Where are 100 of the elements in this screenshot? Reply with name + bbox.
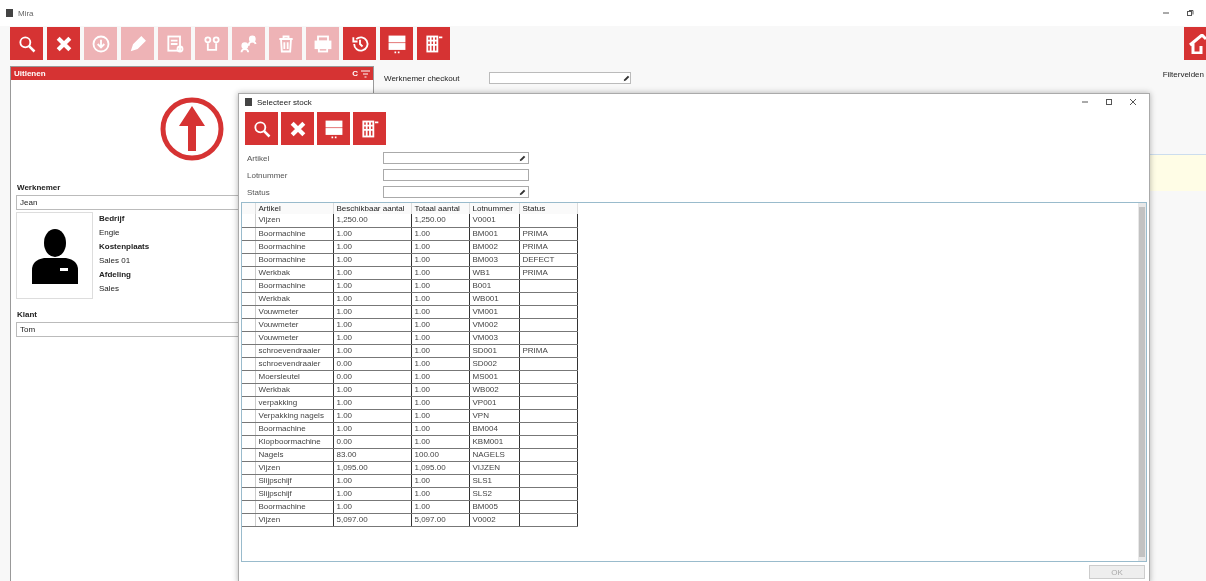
table-cell: 1.00 xyxy=(411,435,469,448)
history-icon xyxy=(349,33,370,54)
table-cell: 1,095.00 xyxy=(333,461,411,474)
table-cell: 1.00 xyxy=(333,474,411,487)
table-cell: PRIMA xyxy=(519,344,577,357)
restore-button[interactable] xyxy=(1186,9,1194,17)
column-header[interactable]: Lotnummer xyxy=(469,203,519,214)
table-cell: Nagels xyxy=(255,448,333,461)
field-label: Artikel xyxy=(247,153,271,163)
home-icon xyxy=(1188,33,1206,54)
table-cell: 0.00 xyxy=(333,435,411,448)
table-cell: V0002 xyxy=(469,513,519,526)
person-silhouette-icon xyxy=(31,227,78,284)
minimize-button[interactable] xyxy=(1162,9,1170,17)
table-cell: 1.00 xyxy=(411,474,469,487)
table-cell: Boormachine xyxy=(255,279,333,292)
column-header[interactable]: Beschikbaar aantal xyxy=(333,203,411,214)
layout-icon xyxy=(386,33,407,54)
table-cell: SLS1 xyxy=(469,474,519,487)
table-cell: 1.00 xyxy=(411,279,469,292)
table-cell: Verpakking nagels xyxy=(255,409,333,422)
table-cell: 5,097.00 xyxy=(333,513,411,526)
field-label: Werknemer xyxy=(17,183,61,192)
up-arrow-circle-icon xyxy=(159,96,225,162)
table-cell: Boormachine xyxy=(255,227,333,240)
table-cell: 1.00 xyxy=(411,253,469,266)
table-cell: BM002 xyxy=(469,240,519,253)
table-cell: 1,250.00 xyxy=(333,214,411,227)
table-cell: Slijpschijf xyxy=(255,487,333,500)
column-header[interactable]: Status xyxy=(519,203,577,214)
table-cell: 1.00 xyxy=(411,500,469,513)
table-cell: 1.00 xyxy=(333,318,411,331)
table-cell: VPN xyxy=(469,409,519,422)
table-cell: Vijzen xyxy=(255,214,333,227)
table-cell: SLS2 xyxy=(469,487,519,500)
route-pins-icon xyxy=(201,33,222,54)
filter-field[interactable] xyxy=(383,152,529,164)
table-cell: 1.00 xyxy=(411,227,469,240)
toolbar-button[interactable] xyxy=(353,112,386,145)
table-cell: 1.00 xyxy=(333,227,411,240)
info-band xyxy=(1148,154,1206,191)
maximize-button[interactable] xyxy=(1105,98,1113,106)
grid-columns-icon xyxy=(359,118,380,139)
table-cell: SD002 xyxy=(469,357,519,370)
table-cell: 5,097.00 xyxy=(411,513,469,526)
toolbar-button[interactable] xyxy=(10,27,43,60)
filter-label: Filtervelden xyxy=(1162,70,1205,79)
table-cell: 1.00 xyxy=(333,500,411,513)
table-cell: 1.00 xyxy=(333,266,411,279)
table-cell: 1.00 xyxy=(333,487,411,500)
table-cell: Vouwmeter xyxy=(255,305,333,318)
document-gear-icon xyxy=(164,33,185,54)
table-cell: 1.00 xyxy=(411,487,469,500)
table-cell: 0.00 xyxy=(333,370,411,383)
detail-label: Kostenplaats xyxy=(99,242,150,251)
toolbar-button[interactable] xyxy=(380,27,413,60)
table-cell: WB001 xyxy=(469,292,519,305)
toolbar-button[interactable] xyxy=(47,27,80,60)
table-cell: Moersleutel xyxy=(255,370,333,383)
close-button[interactable] xyxy=(1129,98,1137,106)
table-cell: B001 xyxy=(469,279,519,292)
checkout-field[interactable] xyxy=(489,72,632,84)
detail-label: Bedrijf xyxy=(99,214,125,223)
table-cell: Werkbak xyxy=(255,383,333,396)
table-cell: Werkbak xyxy=(255,266,333,279)
panel-title: Uitlenen xyxy=(14,69,46,78)
field-label: Status xyxy=(247,187,271,197)
table-cell: 1.00 xyxy=(333,409,411,422)
table-cell: 0.00 xyxy=(333,357,411,370)
table-cell: V0001 xyxy=(469,214,519,227)
table-cell: DEFECT xyxy=(519,253,577,266)
filter-field[interactable] xyxy=(383,186,529,198)
filter-field[interactable] xyxy=(383,169,529,181)
table-cell: 1.00 xyxy=(411,266,469,279)
table-cell: PRIMA xyxy=(519,266,577,279)
table-cell: 1.00 xyxy=(411,305,469,318)
table-cell: 1.00 xyxy=(411,383,469,396)
table-cell: 83.00 xyxy=(333,448,411,461)
table-cell: 1.00 xyxy=(411,357,469,370)
home-button[interactable] xyxy=(1184,27,1206,60)
table-cell: 1.00 xyxy=(333,331,411,344)
table-cell: 1.00 xyxy=(333,279,411,292)
people-icon xyxy=(238,33,259,54)
table-cell: 1.00 xyxy=(333,344,411,357)
column-header[interactable]: Artikel xyxy=(255,203,333,214)
table-cell: Vouwmeter xyxy=(255,331,333,344)
toolbar-button[interactable] xyxy=(281,112,314,145)
toolbar-button[interactable] xyxy=(417,27,450,60)
table-cell: Werkbak xyxy=(255,292,333,305)
search-icon xyxy=(251,118,272,139)
table-cell: 1.00 xyxy=(333,292,411,305)
table-cell: BM004 xyxy=(469,422,519,435)
table-cell: WB1 xyxy=(469,266,519,279)
minimize-button[interactable] xyxy=(1081,98,1089,106)
table-cell: BM001 xyxy=(469,227,519,240)
toolbar-button[interactable] xyxy=(343,27,376,60)
toolbar-button[interactable] xyxy=(317,112,350,145)
toolbar-button[interactable] xyxy=(245,112,278,145)
scrollbar[interactable] xyxy=(1138,203,1146,561)
column-header[interactable]: Totaal aantal xyxy=(411,203,469,214)
